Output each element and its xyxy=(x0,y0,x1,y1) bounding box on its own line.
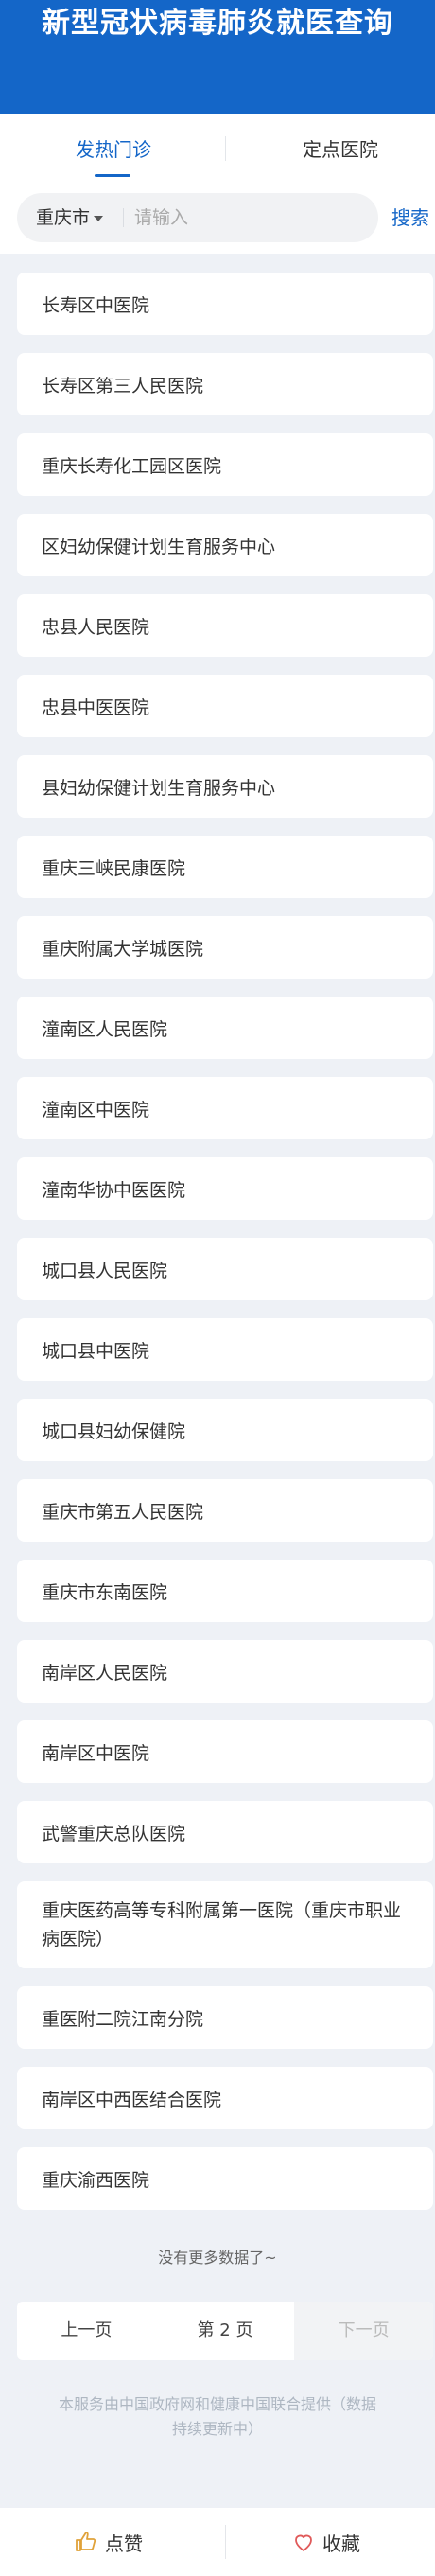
hospital-list-item[interactable]: 城口县人民医院 xyxy=(17,1238,433,1300)
next-page-button[interactable]: 下一页 xyxy=(294,2302,433,2360)
hospital-name: 忠县人民医院 xyxy=(42,616,150,638)
hospital-name: 潼南区人民医院 xyxy=(42,1018,168,1040)
hospital-list-item[interactable]: 重医附二院江南分院 xyxy=(17,1986,433,2049)
hospital-list-item[interactable]: 县妇幼保健计划生育服务中心 xyxy=(17,755,433,818)
hospital-list-item[interactable]: 城口县中医院 xyxy=(17,1318,433,1381)
hospital-list-item[interactable]: 忠县人民医院 xyxy=(17,594,433,657)
bottom-action-bar: 点赞 收藏 xyxy=(0,2508,435,2576)
hospital-name: 忠县中医医院 xyxy=(42,697,150,718)
search-box: 重庆市 xyxy=(17,193,378,242)
hospital-name: 长寿区中医院 xyxy=(42,294,150,316)
page-title: 新型冠状病毒肺炎就医查询 xyxy=(42,7,393,40)
hospital-list-item[interactable]: 南岸区人民医院 xyxy=(17,1640,433,1703)
hospital-name: 武警重庆总队医院 xyxy=(42,1823,186,1844)
city-separator xyxy=(123,208,124,227)
like-button[interactable]: 点赞 xyxy=(0,2508,218,2576)
hospital-name: 重医附二院江南分院 xyxy=(42,2008,204,2030)
hospital-list-item[interactable]: 南岸区中西医结合医院 xyxy=(17,2067,433,2129)
search-row: 重庆市 搜索 xyxy=(0,193,435,246)
hospital-name: 重庆长寿化工园区医院 xyxy=(42,455,222,477)
hospital-list-item[interactable]: 重庆三峡民康医院 xyxy=(17,836,433,898)
tab-designated-hospital[interactable]: 定点医院 xyxy=(265,134,416,172)
prev-page-button[interactable]: 上一页 xyxy=(17,2302,156,2360)
tab-divider xyxy=(225,136,226,161)
hospital-list-item[interactable]: 重庆市东南医院 xyxy=(17,1560,433,1622)
hospital-name: 重庆附属大学城医院 xyxy=(42,938,204,960)
chevron-down-icon xyxy=(94,215,104,221)
hospital-list-item[interactable]: 忠县中医医院 xyxy=(17,675,433,737)
hospital-name: 重庆医药高等专科附属第一医院（重庆市职业病医院） xyxy=(42,1900,402,1950)
hospital-list-item[interactable]: 长寿区中医院 xyxy=(17,273,433,335)
heart-icon xyxy=(295,2534,312,2551)
thumbs-up-icon xyxy=(76,2532,96,2551)
current-page-label: 第 2 页 xyxy=(197,2320,253,2340)
hospital-name: 重庆市第五人民医院 xyxy=(42,1501,204,1523)
hospital-name: 区妇幼保健计划生育服务中心 xyxy=(42,536,276,557)
search-input[interactable] xyxy=(134,201,361,235)
hospital-list-item[interactable]: 区妇幼保健计划生育服务中心 xyxy=(17,514,433,576)
hospital-list-item[interactable]: 重庆医药高等专科附属第一医院（重庆市职业病医院） xyxy=(17,1881,433,1968)
hospital-list-item[interactable]: 潼南区中医院 xyxy=(17,1077,433,1139)
hospital-name: 南岸区中医院 xyxy=(42,1742,150,1764)
footer-note: 本服务由中国政府网和健康中国联合提供（数据持续更新中） xyxy=(58,2395,376,2438)
hospital-name: 重庆渝西医院 xyxy=(42,2169,150,2191)
bottom-divider xyxy=(225,2525,226,2559)
hospital-list-item[interactable]: 长寿区第三人民医院 xyxy=(17,353,433,415)
hospital-list-item[interactable]: 南岸区中医院 xyxy=(17,1720,433,1783)
app-header: 新型冠状病毒肺炎就医查询 xyxy=(0,0,435,114)
top-panel: 发热门诊 定点医院 重庆市 搜索 xyxy=(0,114,435,254)
hospital-list-item[interactable]: 重庆市第五人民医院 xyxy=(17,1479,433,1542)
hospital-list-item[interactable]: 潼南华协中医医院 xyxy=(17,1157,433,1220)
hospital-name: 城口县人民医院 xyxy=(42,1260,168,1281)
hospital-name: 城口县中医院 xyxy=(42,1340,150,1362)
hospital-name: 城口县妇幼保健院 xyxy=(42,1420,186,1442)
hospital-name: 重庆三峡民康医院 xyxy=(42,857,186,879)
city-label: 重庆市 xyxy=(36,207,91,228)
active-tab-indicator xyxy=(95,174,130,177)
tab-fever-clinic[interactable]: 发热门诊 xyxy=(38,134,189,172)
no-more-text: 没有更多数据了~ xyxy=(158,2249,277,2267)
tab-bar: 发热门诊 定点医院 xyxy=(0,114,435,189)
hospital-list-item[interactable]: 重庆附属大学城医院 xyxy=(17,916,433,979)
hospital-list-item[interactable]: 重庆长寿化工园区医院 xyxy=(17,433,433,496)
hospital-list-item[interactable]: 潼南区人民医院 xyxy=(17,997,433,1059)
favorite-button[interactable]: 收藏 xyxy=(218,2508,435,2576)
like-label: 点赞 xyxy=(105,2532,143,2555)
hospital-list-item[interactable]: 重庆渝西医院 xyxy=(17,2147,433,2210)
pagination: 上一页 第 2 页 下一页 xyxy=(17,2302,433,2360)
hospital-name: 南岸区中西医结合医院 xyxy=(42,2089,222,2110)
hospital-name: 长寿区第三人民医院 xyxy=(42,375,204,397)
favorite-label: 收藏 xyxy=(322,2532,360,2555)
hospital-list-item[interactable]: 城口县妇幼保健院 xyxy=(17,1399,433,1461)
hospital-name: 南岸区人民医院 xyxy=(42,1662,168,1684)
hospital-name: 潼南区中医院 xyxy=(42,1099,150,1120)
hospital-name: 潼南华协中医医院 xyxy=(42,1179,186,1201)
hospital-name: 县妇幼保健计划生育服务中心 xyxy=(42,777,276,799)
city-selector[interactable]: 重庆市 xyxy=(36,193,104,242)
hospital-name: 重庆市东南医院 xyxy=(42,1581,168,1603)
search-button[interactable]: 搜索 xyxy=(392,193,429,242)
hospital-list-item[interactable]: 武警重庆总队医院 xyxy=(17,1801,433,1863)
